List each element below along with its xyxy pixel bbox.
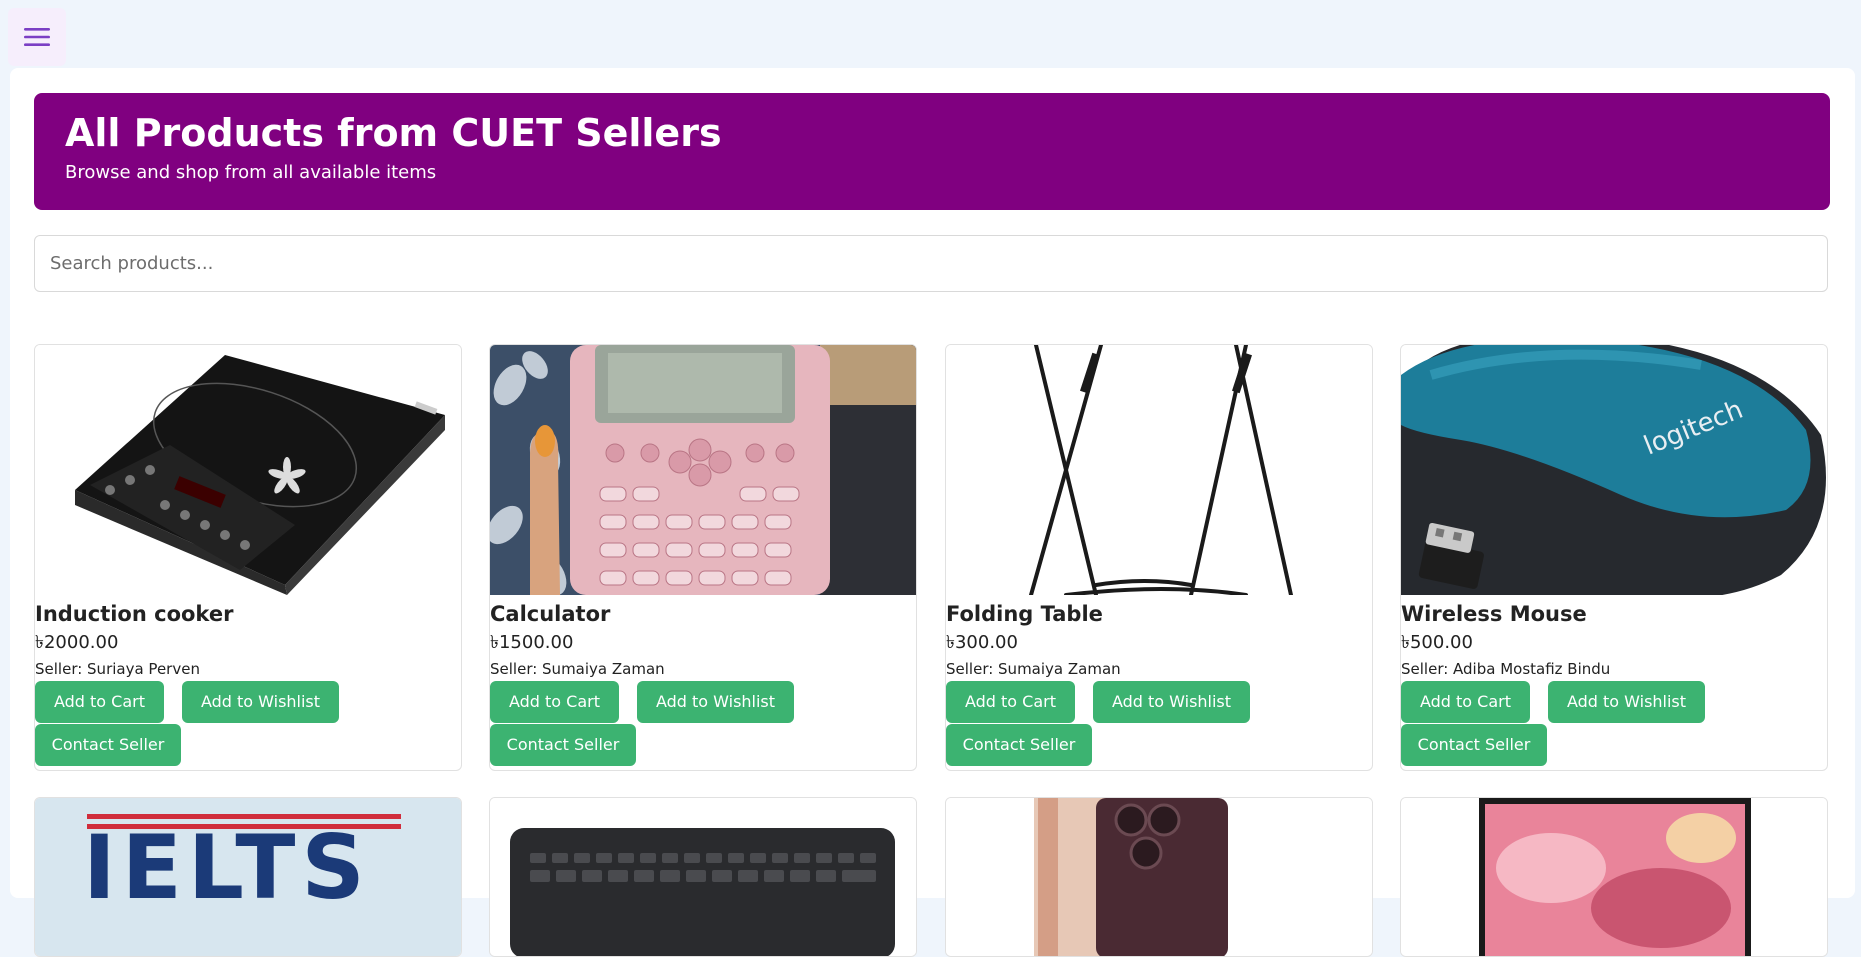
page-header-banner: All Products from CUET Sellers Browse an…	[34, 93, 1830, 210]
hamburger-menu-button[interactable]	[8, 8, 66, 66]
product-card-induction-cooker: Induction cooker ৳2000.00 Seller: Suriay…	[34, 344, 462, 771]
product-card-calculator: Calculator ৳1500.00 Seller: Sumaiya Zama…	[489, 344, 917, 771]
add-to-cart-button[interactable]: Add to Cart	[490, 681, 619, 723]
add-to-cart-button[interactable]: Add to Cart	[1401, 681, 1530, 723]
product-seller: Seller: Sumaiya Zaman	[490, 660, 665, 678]
page-subtitle: Browse and shop from all available items	[65, 162, 437, 183]
add-to-wishlist-button[interactable]: Add to Wishlist	[182, 681, 339, 723]
contact-seller-button[interactable]: Contact Seller	[946, 724, 1092, 766]
book-title-text: IELTS	[83, 816, 371, 919]
product-image-calculator	[490, 345, 916, 595]
product-price: ৳1500.00	[490, 632, 574, 653]
product-price: ৳500.00	[1401, 632, 1473, 653]
product-image-keyboard	[490, 798, 916, 956]
product-card-television	[1400, 797, 1828, 957]
top-bar	[0, 0, 1861, 68]
product-price: ৳300.00	[946, 632, 1018, 653]
contact-seller-button[interactable]: Contact Seller	[490, 724, 636, 766]
product-card-phone	[945, 797, 1373, 957]
hamburger-menu-icon	[24, 28, 50, 46]
add-to-wishlist-button[interactable]: Add to Wishlist	[1093, 681, 1250, 723]
product-card-wireless-mouse: logitech Wireless Mouse ৳500.00 Seller: …	[1400, 344, 1828, 771]
contact-seller-button[interactable]: Contact Seller	[1401, 724, 1547, 766]
product-card-keyboard	[489, 797, 917, 957]
product-image-folding-table	[946, 345, 1372, 595]
product-seller: Seller: Suriaya Perven	[35, 660, 200, 678]
product-image-ielts-book: IELTS	[35, 798, 461, 956]
add-to-wishlist-button[interactable]: Add to Wishlist	[1548, 681, 1705, 723]
product-price: ৳2000.00	[35, 632, 119, 653]
product-image-phone	[946, 798, 1372, 956]
product-image-induction-cooker	[35, 345, 461, 595]
add-to-cart-button[interactable]: Add to Cart	[946, 681, 1075, 723]
product-image-television	[1401, 798, 1827, 956]
product-seller: Seller: Sumaiya Zaman	[946, 660, 1121, 678]
product-card-folding-table: Folding Table ৳300.00 Seller: Sumaiya Za…	[945, 344, 1373, 771]
product-card-ielts-book: IELTS	[34, 797, 462, 957]
contact-seller-button[interactable]: Contact Seller	[35, 724, 181, 766]
search-input[interactable]	[34, 235, 1828, 292]
main-panel: All Products from CUET Sellers Browse an…	[10, 68, 1855, 957]
product-image-wireless-mouse: logitech	[1401, 345, 1827, 595]
add-to-cart-button[interactable]: Add to Cart	[35, 681, 164, 723]
product-name: Calculator	[490, 602, 611, 626]
product-name: Wireless Mouse	[1401, 602, 1587, 626]
page-title: All Products from CUET Sellers	[65, 111, 722, 155]
product-name: Induction cooker	[35, 602, 234, 626]
add-to-wishlist-button[interactable]: Add to Wishlist	[637, 681, 794, 723]
product-name: Folding Table	[946, 602, 1103, 626]
product-seller: Seller: Adiba Mostafiz Bindu	[1401, 660, 1611, 678]
